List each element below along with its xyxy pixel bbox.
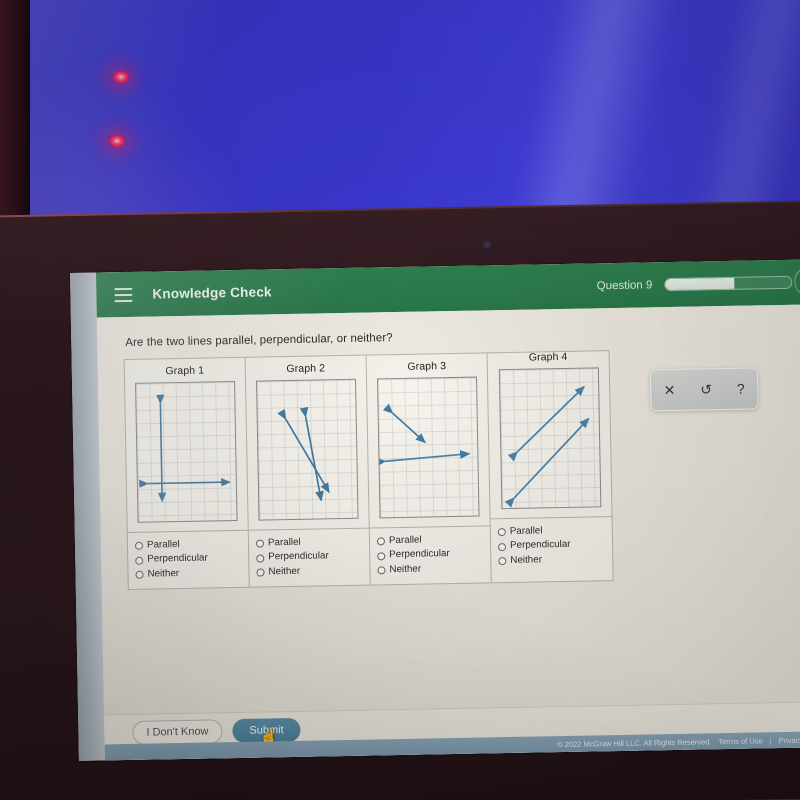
option-label: Perpendicular <box>268 550 329 563</box>
privacy-link[interactable]: Privacy C <box>779 735 800 745</box>
graph-options-1: Parallel Perpendicular Neither <box>127 529 249 590</box>
radio-icon[interactable] <box>377 551 386 561</box>
radio-icon[interactable] <box>498 557 507 566</box>
header-right-group: Question 9 <box>596 275 797 293</box>
question-body: Are the two lines parallel, perpendicula… <box>96 304 800 761</box>
option-label: Neither <box>389 563 422 576</box>
tool-palette: ✕ ↺ ? <box>649 367 759 412</box>
radio-icon[interactable] <box>498 542 507 551</box>
option-neither-1[interactable]: Neither <box>135 566 242 582</box>
graph-cell-4: Graph 4 Parallel Perpendicular Neither <box>487 344 613 576</box>
option-label: Neither <box>510 554 543 566</box>
page-title: Knowledge Check <box>152 284 272 302</box>
photo-scene: Knowledge Check Question 9 Are the two l… <box>0 0 800 800</box>
option-label: Parallel <box>388 534 422 547</box>
graph-title-3: Graph 3 <box>407 360 447 373</box>
progress-bar <box>664 275 793 292</box>
graph-plot-wrap-3 <box>367 376 490 527</box>
option-label: Parallel <box>509 525 543 537</box>
undo-icon[interactable]: ↺ <box>700 381 712 397</box>
option-label: Perpendicular <box>147 553 208 566</box>
radio-icon[interactable] <box>376 537 386 546</box>
option-label: Neither <box>268 565 301 578</box>
graph-plot-wrap-4 <box>488 367 612 518</box>
option-label: Perpendicular <box>389 548 450 561</box>
option-neither-3[interactable]: Neither <box>377 561 484 577</box>
graph-plot-1 <box>135 380 238 523</box>
progress-bar-fill <box>665 277 735 291</box>
option-neither-4[interactable]: Neither <box>498 552 606 568</box>
graph-cell-1: Graph 1 Parallel Perpendicular Neither <box>124 357 250 590</box>
led-indicator-icon-2 <box>108 134 126 148</box>
submit-button[interactable]: Submit <box>232 717 301 744</box>
laptop-screen: Knowledge Check Question 9 Are the two l… <box>70 259 800 761</box>
graph-plot-4 <box>498 367 601 510</box>
terms-of-use-link[interactable]: Terms of Use <box>718 736 762 746</box>
led-indicator-icon-1 <box>112 70 130 84</box>
question-counter: Question 9 <box>596 278 653 292</box>
hamburger-icon[interactable] <box>114 287 133 302</box>
option-label: Neither <box>147 568 180 580</box>
option-label: Parallel <box>146 539 180 551</box>
graph-plot-2 <box>256 378 359 521</box>
radio-icon[interactable] <box>135 556 144 565</box>
graph-plot-wrap-1 <box>125 380 248 532</box>
radio-icon[interactable] <box>135 570 144 580</box>
graph-table: Graph 1 Parallel Perpendicular Neither G… <box>123 350 614 591</box>
option-neither-2[interactable]: Neither <box>256 564 363 580</box>
graph-title-2: Graph 2 <box>286 362 326 376</box>
footer-separator: | <box>769 735 772 745</box>
graph-plot-3 <box>376 376 480 519</box>
copyright-text: © 2022 McGraw Hill LLC. All Rights Reser… <box>557 736 712 749</box>
option-label: Perpendicular <box>509 539 571 552</box>
app-viewport: Knowledge Check Question 9 Are the two l… <box>95 259 800 761</box>
i-dont-know-button[interactable]: I Don't Know <box>132 719 223 745</box>
question-prompt: Are the two lines parallel, perpendicula… <box>125 332 393 349</box>
avatar[interactable] <box>794 266 800 297</box>
graph-title-4: Graph 4 <box>528 350 568 364</box>
graph-plot-wrap-2 <box>246 378 369 530</box>
graph-options-4: Parallel Perpendicular Neither <box>490 516 613 576</box>
option-label: Parallel <box>267 536 301 549</box>
radio-icon[interactable] <box>497 528 506 537</box>
radio-icon[interactable] <box>255 539 265 548</box>
close-icon[interactable]: ✕ <box>664 382 676 398</box>
graph-cell-2: Graph 2 Parallel Perpendicular Neither <box>245 355 371 588</box>
graph-options-3: Parallel Perpendicular Neither <box>369 525 491 585</box>
graph-options-2: Parallel Perpendicular Neither <box>248 527 370 588</box>
radio-icon[interactable] <box>256 568 265 577</box>
graph-title-1: Graph 1 <box>165 364 205 378</box>
graph-cell-3: Graph 3 Parallel Perpendicular Neither <box>366 353 492 585</box>
radio-icon[interactable] <box>134 541 144 551</box>
radio-icon[interactable] <box>256 554 265 563</box>
radio-icon[interactable] <box>377 566 386 575</box>
help-icon[interactable]: ? <box>737 381 745 397</box>
webcam-icon <box>482 240 494 252</box>
